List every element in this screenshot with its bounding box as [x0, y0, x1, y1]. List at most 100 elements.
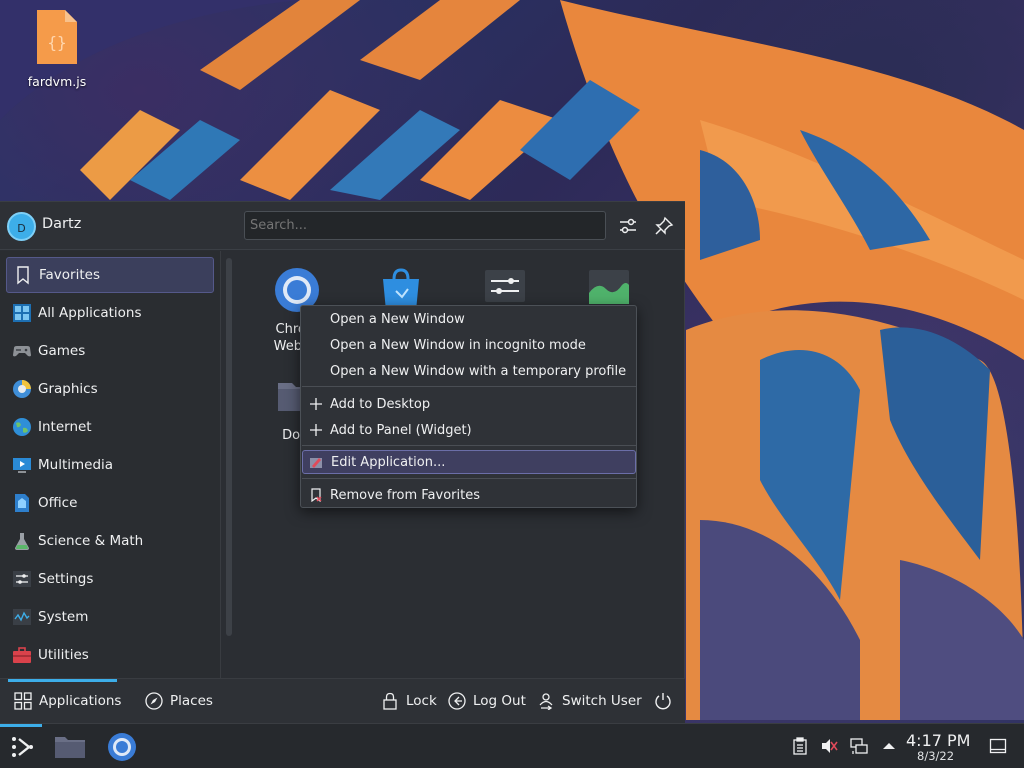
- menu-label: Remove from Favorites: [330, 487, 480, 503]
- all-applications-icon: [12, 303, 32, 323]
- tray-expand-icon[interactable]: [880, 737, 898, 755]
- category-system[interactable]: System: [6, 599, 214, 635]
- menu-remove-from-favorites[interactable]: Remove from Favorites: [302, 483, 636, 507]
- compass-icon: [145, 692, 163, 710]
- category-games[interactable]: Games: [6, 333, 214, 369]
- category-label: Multimedia: [38, 457, 114, 473]
- category-label: Graphics: [38, 381, 98, 397]
- menu-separator: [302, 386, 636, 387]
- search-input[interactable]: [244, 211, 606, 240]
- configure-icon[interactable]: [617, 215, 639, 237]
- category-label: Science & Math: [38, 533, 144, 549]
- category-label: System: [38, 609, 89, 625]
- menu-open-new-window[interactable]: Open a New Window: [302, 307, 636, 331]
- science-icon: [12, 531, 32, 551]
- category-label: Settings: [38, 571, 94, 587]
- category-label: Utilities: [38, 647, 89, 663]
- menu-separator: [302, 478, 636, 479]
- category-multimedia[interactable]: Multimedia: [6, 447, 214, 483]
- kde-launcher-icon: [12, 737, 33, 757]
- category-office[interactable]: Office: [6, 485, 214, 521]
- applications-grid-icon: [14, 692, 32, 710]
- category-all-applications[interactable]: All Applications: [6, 295, 214, 331]
- switch-user-label: Switch User: [562, 693, 642, 709]
- javascript-file-icon: {}: [35, 8, 79, 66]
- desktop-file-fardvm[interactable]: {} fardvm.js: [20, 8, 94, 89]
- task-chromium[interactable]: [102, 724, 142, 768]
- category-settings[interactable]: Settings: [6, 561, 214, 597]
- menu-add-to-panel[interactable]: Add to Panel (Widget): [302, 418, 636, 442]
- menu-label: Edit Application...: [331, 454, 446, 470]
- menu-label: Add to Panel (Widget): [330, 422, 472, 438]
- plus-icon: [309, 397, 323, 411]
- bookmark-icon: [13, 265, 33, 285]
- system-icon: [12, 607, 32, 627]
- show-desktop-icon[interactable]: [989, 737, 1007, 755]
- menu-label: Open a New Window: [330, 311, 465, 327]
- avatar[interactable]: D: [7, 212, 36, 241]
- utilities-icon: [12, 645, 32, 665]
- power-icon: [654, 692, 672, 710]
- launcher-header: D Dartz: [0, 202, 685, 250]
- category-favorites[interactable]: Favorites: [6, 257, 214, 293]
- power-button[interactable]: [654, 692, 679, 710]
- category-sidebar: Favorites All Applications Games Graphic…: [0, 251, 221, 678]
- clock-date[interactable]: 8/3/22: [917, 749, 954, 763]
- switch-user-icon: [537, 692, 555, 711]
- logout-button[interactable]: Log Out: [448, 692, 526, 710]
- menu-label: Open a New Window with a temporary profi…: [330, 363, 627, 379]
- network-wired-icon[interactable]: [850, 737, 868, 755]
- lock-button[interactable]: Lock: [381, 692, 437, 710]
- desktop-file-label: fardvm.js: [27, 74, 87, 89]
- username: Dartz: [42, 216, 82, 232]
- games-icon: [12, 341, 32, 361]
- active-tab-indicator: [8, 679, 117, 682]
- clipboard-icon[interactable]: [791, 737, 809, 755]
- category-internet[interactable]: Internet: [6, 409, 214, 445]
- task-dolphin[interactable]: [50, 724, 90, 768]
- active-task-indicator: [0, 724, 42, 727]
- menu-open-temporary-profile[interactable]: Open a New Window with a temporary profi…: [302, 359, 636, 383]
- clock-time[interactable]: 4:17 PM: [906, 731, 970, 750]
- svg-text:{}: {}: [47, 33, 66, 52]
- menu-label: Open a New Window in incognito mode: [330, 337, 586, 353]
- tab-label: Applications: [39, 693, 122, 709]
- category-label: Office: [38, 495, 78, 511]
- chromium-icon: [108, 733, 136, 761]
- menu-open-incognito[interactable]: Open a New Window in incognito mode: [302, 333, 636, 357]
- internet-icon: [12, 417, 32, 437]
- category-scrollbar[interactable]: [226, 258, 232, 636]
- switch-user-button[interactable]: Switch User: [537, 692, 642, 711]
- category-graphics[interactable]: Graphics: [6, 371, 214, 407]
- category-label: All Applications: [38, 305, 142, 321]
- context-menu: Open a New Window Open a New Window in i…: [300, 305, 637, 508]
- category-label: Games: [38, 343, 86, 359]
- settings-icon: [12, 569, 32, 589]
- volume-muted-icon[interactable]: [820, 737, 838, 755]
- menu-label: Add to Desktop: [330, 396, 431, 412]
- pin-icon[interactable]: [653, 215, 675, 237]
- plus-icon: [309, 423, 323, 437]
- category-science-math[interactable]: Science & Math: [6, 523, 214, 559]
- category-label: Internet: [38, 419, 92, 435]
- menu-add-to-desktop[interactable]: Add to Desktop: [302, 392, 636, 416]
- taskbar: 4:17 PM 8/3/22: [0, 723, 1024, 768]
- office-icon: [12, 493, 32, 513]
- launcher-footer: Applications Places Lock Log Out Switch …: [0, 678, 685, 724]
- remove-bookmark-icon: [309, 488, 323, 503]
- dolphin-folder-icon: [55, 737, 85, 758]
- tab-places[interactable]: Places: [145, 692, 213, 710]
- lock-icon: [381, 692, 399, 710]
- category-label: Favorites: [39, 267, 100, 283]
- tab-applications[interactable]: Applications: [14, 692, 121, 710]
- graphics-icon: [12, 379, 32, 399]
- tab-label: Places: [170, 693, 213, 709]
- logout-icon: [448, 692, 466, 710]
- category-utilities[interactable]: Utilities: [6, 637, 214, 673]
- menu-separator: [302, 445, 636, 446]
- lock-label: Lock: [406, 693, 437, 709]
- multimedia-icon: [12, 455, 32, 475]
- menu-edit-application[interactable]: Edit Application...: [302, 450, 636, 474]
- launcher-button[interactable]: [0, 724, 42, 768]
- edit-application-icon: [309, 455, 323, 469]
